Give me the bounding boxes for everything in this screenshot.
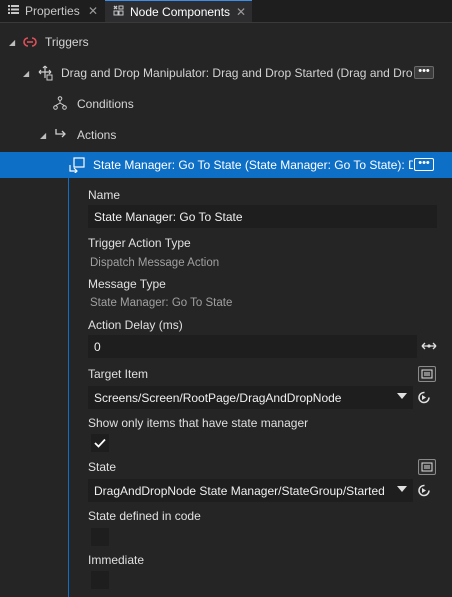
trigger-icon (22, 35, 38, 52)
immediate-checkbox[interactable] (91, 571, 109, 589)
trigger-action-type-value: Dispatch Message Action (90, 257, 220, 269)
tab-properties-label: Properties (25, 4, 80, 18)
actions-icon (54, 128, 68, 143)
trigger-action-type-label: Trigger Action Type (88, 236, 191, 250)
chevron-down-icon (397, 486, 407, 492)
go-to-target-icon[interactable] (417, 390, 432, 405)
state-defined-in-code-label: State defined in code (88, 509, 201, 523)
item-picker-icon[interactable] (418, 366, 436, 382)
go-to-state-target-icon[interactable] (417, 483, 432, 498)
close-icon[interactable]: ✕ (88, 4, 98, 18)
state-picker-icon[interactable] (418, 459, 436, 475)
tree-item-triggers[interactable]: ◢ Triggers (0, 30, 452, 54)
tree-item-conditions[interactable]: Conditions (0, 92, 452, 116)
tree-label-triggers: Triggers (45, 35, 89, 49)
tab-node-components[interactable]: Node Components ✕ (105, 0, 252, 22)
name-field[interactable]: State Manager: Go To State (88, 205, 437, 228)
state-dropdown[interactable]: DragAndDropNode State Manager/StateGroup… (88, 479, 413, 502)
target-item-label: Target Item (88, 367, 149, 381)
tree-label-conditions: Conditions (77, 97, 134, 111)
tab-properties[interactable]: Properties ✕ (0, 0, 104, 22)
immediate-label: Immediate (88, 553, 145, 567)
chevron-down-icon (397, 393, 407, 399)
tree-item-manipulator[interactable]: ◢ Drag and Drop Manipulator: Drag and Dr… (0, 61, 452, 85)
caret-down-icon[interactable]: ◢ (40, 131, 46, 140)
tree-label-actions: Actions (77, 128, 117, 142)
tab-bar: Properties ✕ Node Components ✕ (0, 0, 452, 23)
target-item-value: Screens/Screen/RootPage/DragAndDropNode (94, 390, 342, 405)
more-options-button[interactable]: ••• (414, 158, 434, 171)
message-type-label: Message Type (88, 277, 166, 291)
tree-item-go-to-state-selected[interactable]: State Manager: Go To State (State Manage… (0, 152, 452, 178)
action-delay-field[interactable]: 0 (88, 335, 417, 358)
go-to-state-icon (68, 157, 86, 176)
list-icon (8, 5, 19, 17)
tree-label-manipulator: Drag and Drop Manipulator: Drag and Drop… (61, 66, 413, 80)
message-type-value: State Manager: Go To State (90, 297, 233, 309)
state-defined-in-code-checkbox[interactable] (91, 528, 109, 546)
state-value: DragAndDropNode State Manager/StateGroup… (94, 483, 385, 498)
close-icon[interactable]: ✕ (236, 5, 246, 19)
node-components-icon (113, 5, 124, 19)
target-item-dropdown[interactable]: Screens/Screen/RootPage/DragAndDropNode (88, 386, 413, 409)
drag-value-icon[interactable] (421, 340, 437, 355)
show-only-checkbox[interactable] (91, 434, 109, 452)
tree-label-go-to-state: State Manager: Go To State (State Manage… (93, 158, 413, 172)
action-delay-label: Action Delay (ms) (88, 318, 183, 332)
caret-down-icon[interactable]: ◢ (9, 38, 15, 47)
show-only-label: Show only items that have state manager (88, 416, 309, 430)
tree-item-actions[interactable]: ◢ Actions (0, 123, 452, 147)
name-label: Name (88, 188, 121, 202)
conditions-icon (53, 96, 67, 113)
manipulator-icon (37, 65, 53, 84)
more-options-button[interactable]: ••• (414, 66, 434, 79)
caret-down-icon[interactable]: ◢ (23, 69, 29, 78)
state-label: State (88, 460, 117, 474)
tab-node-components-label: Node Components (130, 4, 231, 19)
